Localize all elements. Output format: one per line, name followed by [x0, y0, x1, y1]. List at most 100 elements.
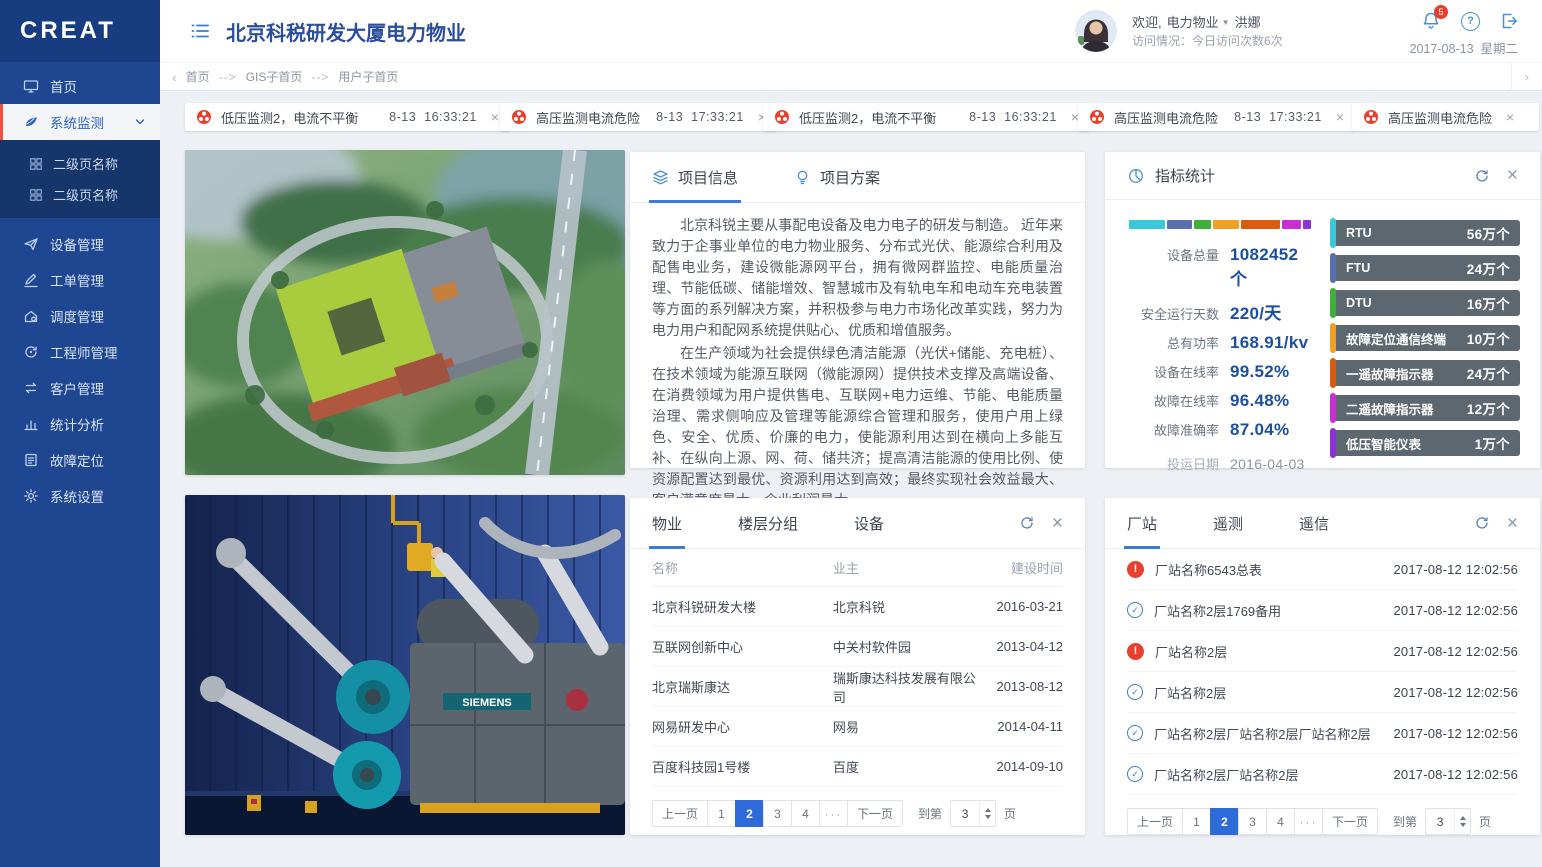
page-button-3[interactable]: 3: [763, 800, 792, 827]
tab-device[interactable]: 设备: [854, 498, 884, 548]
tab-property[interactable]: 物业: [652, 498, 682, 548]
tab-project-plan[interactable]: 项目方案: [794, 152, 880, 202]
project-panel: 项目信息 项目方案 北京科锐主要从事配电设备及电力电子的研发与制造。 近年来致力…: [630, 152, 1085, 468]
page-number-spinner[interactable]: 3: [1425, 808, 1471, 835]
table-row[interactable]: 网易研发中心 网易 2014-04-11: [652, 707, 1063, 747]
wing-icon: [23, 114, 39, 130]
danger-icon: [511, 109, 527, 125]
breadcrumb-forward-icon[interactable]: ›: [1511, 63, 1542, 90]
table-row[interactable]: 百度科技园1号楼 百度 2014-09-10: [652, 747, 1063, 787]
breadcrumb-user[interactable]: 用户子首页: [338, 68, 398, 85]
refresh-icon[interactable]: [1019, 515, 1035, 531]
org-dropdown[interactable]: 电力物业 ▼: [1167, 13, 1230, 32]
welcome-block: 欢迎, 电力物业 ▼ 洪娜 访问情况：今日访问次数6次: [1132, 13, 1283, 51]
station-row[interactable]: ✓ 厂站名称2层 2017-08-12 12:02:56: [1127, 672, 1518, 713]
tab-telemetry[interactable]: 遥测: [1213, 498, 1243, 548]
spinner-down-icon: [985, 815, 991, 819]
station-row[interactable]: ✓ 厂站名称2层厂站名称2层厂站名称2层 2017-08-12 12:02:56: [1127, 713, 1518, 754]
tab-telesignal[interactable]: 遥信: [1299, 498, 1329, 548]
alert-pill: 低压监测2，电流不平衡 8-13 16:33:21 ×: [763, 103, 1090, 131]
project-paragraph-1: 北京科锐主要从事配电设备及电力电子的研发与制造。 近年来致力于企事业单位的电力物…: [652, 215, 1063, 341]
page-button-2-active[interactable]: 2: [1210, 808, 1239, 835]
stat-row: 设备总量1082452个: [1123, 245, 1315, 290]
weekday: 星期二: [1480, 42, 1518, 56]
stats-header: 指标统计 ×: [1105, 152, 1540, 200]
breadcrumb-gis[interactable]: GIS子首页: [246, 68, 303, 85]
tab-label: 厂站: [1127, 513, 1157, 534]
breadcrumb-separator: -->: [311, 70, 329, 84]
sidebar-subitem-1[interactable]: 二级页名称: [0, 148, 160, 179]
sidebar-item-dispatch[interactable]: 调度管理: [0, 298, 160, 334]
transformer-render: SIEMENS: [185, 495, 625, 835]
next-page-button[interactable]: 下一页: [847, 800, 903, 827]
logout-icon[interactable]: [1500, 12, 1518, 30]
tab-label: 楼层分组: [738, 513, 798, 534]
alert-pill: 低压监测2，电流不平衡 8-13 16:33:21 ×: [185, 103, 510, 131]
close-icon[interactable]: ×: [1336, 110, 1344, 124]
page-ellipsis[interactable]: ···: [1294, 808, 1323, 835]
property-pagination: 上一页 1 2 3 4 ··· 下一页 到第 3 页: [630, 800, 1085, 827]
badge-stripe: [1330, 393, 1336, 423]
table-row[interactable]: 北京瑞斯康达 瑞斯康达科技发展有限公司 2013-08-12: [652, 667, 1063, 707]
next-page-button[interactable]: 下一页: [1322, 808, 1378, 835]
station-row[interactable]: ✓ 厂站名称2层1769备用 2017-08-12 12:02:56: [1127, 590, 1518, 631]
sidebar-item-engineer[interactable]: 工程师管理: [0, 334, 160, 370]
sidebar-item-fault[interactable]: 故障定位: [0, 442, 160, 478]
tab-project-info[interactable]: 项目信息: [652, 152, 738, 202]
tab-station[interactable]: 厂站: [1127, 498, 1157, 548]
breadcrumb-home[interactable]: 首页: [186, 68, 210, 85]
page-button-3[interactable]: 3: [1238, 808, 1267, 835]
sidebar-item-home[interactable]: 首页: [0, 68, 160, 104]
station-row[interactable]: ! 厂站名称2层 2017-08-12 12:02:56: [1127, 631, 1518, 672]
page-button-2-active[interactable]: 2: [735, 800, 764, 827]
table-row[interactable]: 北京科锐研发大楼 北京科锐 2016-03-21: [652, 587, 1063, 627]
page-ellipsis[interactable]: ···: [819, 800, 848, 827]
sidebar-item-system-monitor[interactable]: 系统监测: [0, 104, 160, 140]
page-button-1[interactable]: 1: [1182, 808, 1211, 835]
station-pagination: 上一页 1 2 3 4 ··· 下一页 到第 3 页: [1105, 808, 1540, 835]
tab-floor-group[interactable]: 楼层分组: [738, 498, 798, 548]
close-icon[interactable]: ×: [1507, 514, 1518, 533]
sidebar-item-settings[interactable]: 系统设置: [0, 478, 160, 514]
avatar[interactable]: [1075, 10, 1117, 52]
refresh-icon[interactable]: [1474, 515, 1490, 531]
date-display: 2017-08-13 星期二: [1410, 38, 1518, 57]
table-row[interactable]: 互联网创新中心 中关村软件园 2013-04-12: [652, 627, 1063, 667]
close-icon[interactable]: ×: [1507, 166, 1518, 185]
page-button-4[interactable]: 4: [1266, 808, 1295, 835]
close-icon[interactable]: ×: [1052, 514, 1063, 533]
prev-page-button[interactable]: 上一页: [1127, 808, 1183, 835]
station-row[interactable]: ! 厂站名称6543总表 2017-08-12 12:02:56: [1127, 549, 1518, 590]
page-button-4[interactable]: 4: [791, 800, 820, 827]
refresh-icon[interactable]: [1474, 168, 1490, 184]
alert-pill: 高压监测电流危险 8-13 17:33:21 ×: [500, 103, 777, 131]
device-badge: 故障定位通信终端10万个: [1331, 325, 1520, 351]
page-button-1[interactable]: 1: [707, 800, 736, 827]
menu-list-icon[interactable]: [190, 21, 210, 41]
close-icon[interactable]: ×: [1506, 110, 1514, 124]
property-table: 名称 业主 建设时间 北京科锐研发大楼 北京科锐 2016-03-21 互联网创…: [630, 549, 1085, 787]
spinner-arrows[interactable]: [979, 801, 995, 826]
close-icon[interactable]: ×: [491, 110, 499, 124]
page-number-spinner[interactable]: 3: [950, 800, 996, 827]
spinner-arrows[interactable]: [1454, 809, 1470, 834]
top-right-cluster: 5 ? 2017-08-13 星期二: [1410, 8, 1518, 57]
goto-label: 到第: [1393, 813, 1417, 830]
station-row[interactable]: ✓ 厂站名称2层厂站名称2层 2017-08-12 12:02:56: [1127, 754, 1518, 795]
visit-info: 访问情况：今日访问次数6次: [1132, 32, 1283, 51]
notifications-button[interactable]: 5: [1421, 11, 1441, 31]
sidebar-subitem-2[interactable]: 二级页名称: [0, 179, 160, 210]
tab-label: 项目信息: [678, 167, 738, 188]
sidebar-item-label: 工程师管理: [50, 342, 118, 362]
sidebar-item-label: 工单管理: [50, 270, 104, 290]
sidebar-item-device[interactable]: 设备管理: [0, 226, 160, 262]
help-button[interactable]: ?: [1461, 12, 1480, 31]
badge-stripe: [1330, 358, 1336, 388]
spinner-up-icon: [985, 808, 991, 812]
sidebar-item-customer[interactable]: 客户管理: [0, 370, 160, 406]
badge-stripe: [1330, 428, 1336, 458]
breadcrumb-back-icon[interactable]: ‹: [172, 69, 177, 85]
sidebar-item-statistics[interactable]: 统计分析: [0, 406, 160, 442]
sidebar-item-workorder[interactable]: 工单管理: [0, 262, 160, 298]
prev-page-button[interactable]: 上一页: [652, 800, 708, 827]
